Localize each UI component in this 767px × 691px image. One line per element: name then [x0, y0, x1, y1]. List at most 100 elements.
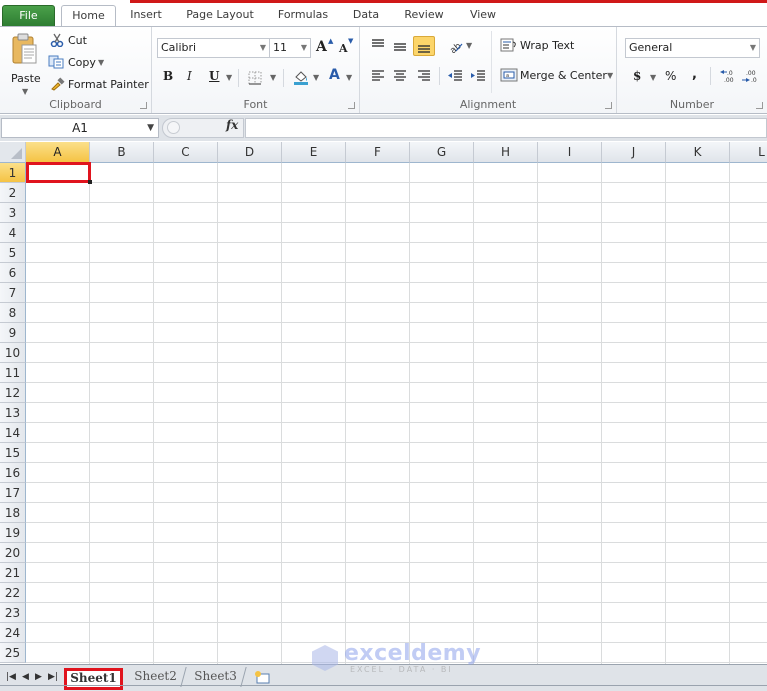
tab-page-layout[interactable]: Page Layout [182, 5, 258, 27]
active-cell-a1[interactable] [26, 162, 92, 184]
row-header-23[interactable]: 23 [0, 603, 26, 623]
sheet-tab-sheet2[interactable]: Sheet2 [125, 667, 187, 687]
grow-font-button[interactable]: A [316, 39, 327, 55]
increase-decimal-icon[interactable]: .0 .00 [719, 68, 737, 84]
fill-color-dropdown-icon[interactable]: ▼ [313, 73, 319, 82]
font-color-dropdown-icon[interactable]: ▼ [346, 73, 352, 82]
comma-style-button[interactable]: , [692, 67, 697, 82]
column-header-b[interactable]: B [90, 142, 154, 163]
column-header-c[interactable]: C [154, 142, 218, 163]
row-header-1[interactable]: 1 [0, 163, 26, 183]
row-header-18[interactable]: 18 [0, 503, 26, 523]
font-dialog-launcher-icon[interactable] [348, 102, 355, 109]
column-header-i[interactable]: I [538, 142, 602, 163]
font-color-button[interactable]: A [329, 67, 340, 83]
align-left-icon[interactable] [370, 69, 386, 83]
row-header-10[interactable]: 10 [0, 343, 26, 363]
number-dialog-launcher-icon[interactable] [756, 102, 763, 109]
currency-button[interactable]: $ [633, 69, 641, 83]
sheet-tab-sheet3[interactable]: Sheet3 [185, 667, 247, 687]
row-header-17[interactable]: 17 [0, 483, 26, 503]
paste-dropdown-icon[interactable]: ▼ [22, 87, 28, 96]
increase-indent-icon[interactable] [470, 69, 486, 83]
worksheet-grid[interactable]: ABCDEFGHIJKL 1 2 3 4 5 6 7 8 9 10 11 12 13 14 15 16 17 18… [0, 142, 767, 664]
align-center-icon[interactable] [392, 69, 408, 83]
row-header-19[interactable]: 19 [0, 523, 26, 543]
column-header-j[interactable]: J [602, 142, 666, 163]
row-header-9[interactable]: 9 [0, 323, 26, 343]
formula-input[interactable] [245, 118, 767, 138]
row-header-6[interactable]: 6 [0, 263, 26, 283]
row-header-22[interactable]: 22 [0, 583, 26, 603]
shrink-font-button[interactable]: A [339, 42, 348, 55]
format-painter-button[interactable]: Format Painter [50, 76, 150, 94]
insert-sheet-icon[interactable] [253, 670, 271, 685]
tab-review[interactable]: Review [399, 5, 449, 27]
column-header-g[interactable]: G [410, 142, 474, 163]
row-header-14[interactable]: 14 [0, 423, 26, 443]
column-header-k[interactable]: K [666, 142, 730, 163]
bottom-align-button[interactable] [413, 36, 435, 56]
next-sheet-icon[interactable]: ▶ [35, 672, 42, 682]
row-header-21[interactable]: 21 [0, 563, 26, 583]
clipboard-dialog-launcher-icon[interactable] [140, 102, 147, 109]
row-header-11[interactable]: 11 [0, 363, 26, 383]
last-sheet-icon[interactable]: ▶| [48, 672, 58, 682]
row-header-20[interactable]: 20 [0, 543, 26, 563]
copy-dropdown-icon[interactable]: ▼ [98, 58, 104, 67]
column-header-d[interactable]: D [218, 142, 282, 163]
row-header-12[interactable]: 12 [0, 383, 26, 403]
top-align-icon[interactable] [370, 37, 386, 51]
row-header-24[interactable]: 24 [0, 623, 26, 643]
row-header-25[interactable]: 25 [0, 643, 26, 663]
column-header-h[interactable]: H [474, 142, 538, 163]
tab-insert[interactable]: Insert [126, 5, 166, 27]
prev-sheet-icon[interactable]: ◀ [22, 672, 29, 682]
column-header-l[interactable]: L [730, 142, 767, 163]
column-header-e[interactable]: E [282, 142, 346, 163]
column-header-f[interactable]: F [346, 142, 410, 163]
underline-button[interactable]: U [209, 69, 219, 83]
bold-button[interactable]: B [163, 69, 173, 83]
merge-center-button[interactable]: a Merge & Center ▼ [500, 67, 615, 85]
number-format-combobox[interactable]: General ▼ [625, 38, 760, 58]
name-box[interactable]: A1 ▼ [1, 118, 159, 138]
chevron-down-icon[interactable]: ▼ [147, 119, 154, 137]
orientation-dropdown-icon[interactable]: ▼ [466, 41, 472, 50]
decrease-indent-icon[interactable] [447, 69, 463, 83]
merge-dropdown-icon[interactable]: ▼ [607, 71, 613, 80]
column-header-a[interactable]: A [26, 142, 90, 163]
middle-align-icon[interactable] [392, 39, 408, 53]
percent-button[interactable]: % [665, 69, 676, 83]
copy-button[interactable]: Copy ▼ [48, 54, 110, 72]
tab-formulas[interactable]: Formulas [272, 5, 334, 27]
select-all-button[interactable] [0, 142, 26, 163]
wrap-text-button[interactable]: Wrap Text [500, 37, 580, 55]
row-header-15[interactable]: 15 [0, 443, 26, 463]
font-size-combobox[interactable]: 11 ▼ [269, 38, 311, 58]
alignment-dialog-launcher-icon[interactable] [605, 102, 612, 109]
fill-color-icon[interactable] [293, 69, 309, 86]
decrease-decimal-icon[interactable]: .00 .0 [741, 68, 759, 84]
insert-function-button[interactable]: fx [226, 118, 238, 132]
tab-view[interactable]: View [464, 5, 502, 27]
tab-file[interactable]: File [2, 5, 55, 27]
row-header-8[interactable]: 8 [0, 303, 26, 323]
row-header-2[interactable]: 2 [0, 183, 26, 203]
underline-dropdown-icon[interactable]: ▼ [226, 73, 232, 82]
tab-home[interactable]: Home [61, 5, 116, 28]
align-right-icon[interactable] [416, 69, 432, 83]
sheet-tab-sheet1[interactable]: Sheet1 [64, 668, 123, 690]
row-header-3[interactable]: 3 [0, 203, 26, 223]
row-header-16[interactable]: 16 [0, 463, 26, 483]
font-name-combobox[interactable]: Calibri ▼ [157, 38, 270, 58]
first-sheet-icon[interactable]: |◀ [6, 672, 16, 682]
cut-button[interactable]: Cut [50, 32, 95, 50]
italic-button[interactable]: I [187, 69, 192, 83]
row-header-4[interactable]: 4 [0, 223, 26, 243]
tab-data[interactable]: Data [348, 5, 384, 27]
row-header-5[interactable]: 5 [0, 243, 26, 263]
row-header-7[interactable]: 7 [0, 283, 26, 303]
borders-icon[interactable] [248, 71, 262, 85]
borders-dropdown-icon[interactable]: ▼ [270, 73, 276, 82]
